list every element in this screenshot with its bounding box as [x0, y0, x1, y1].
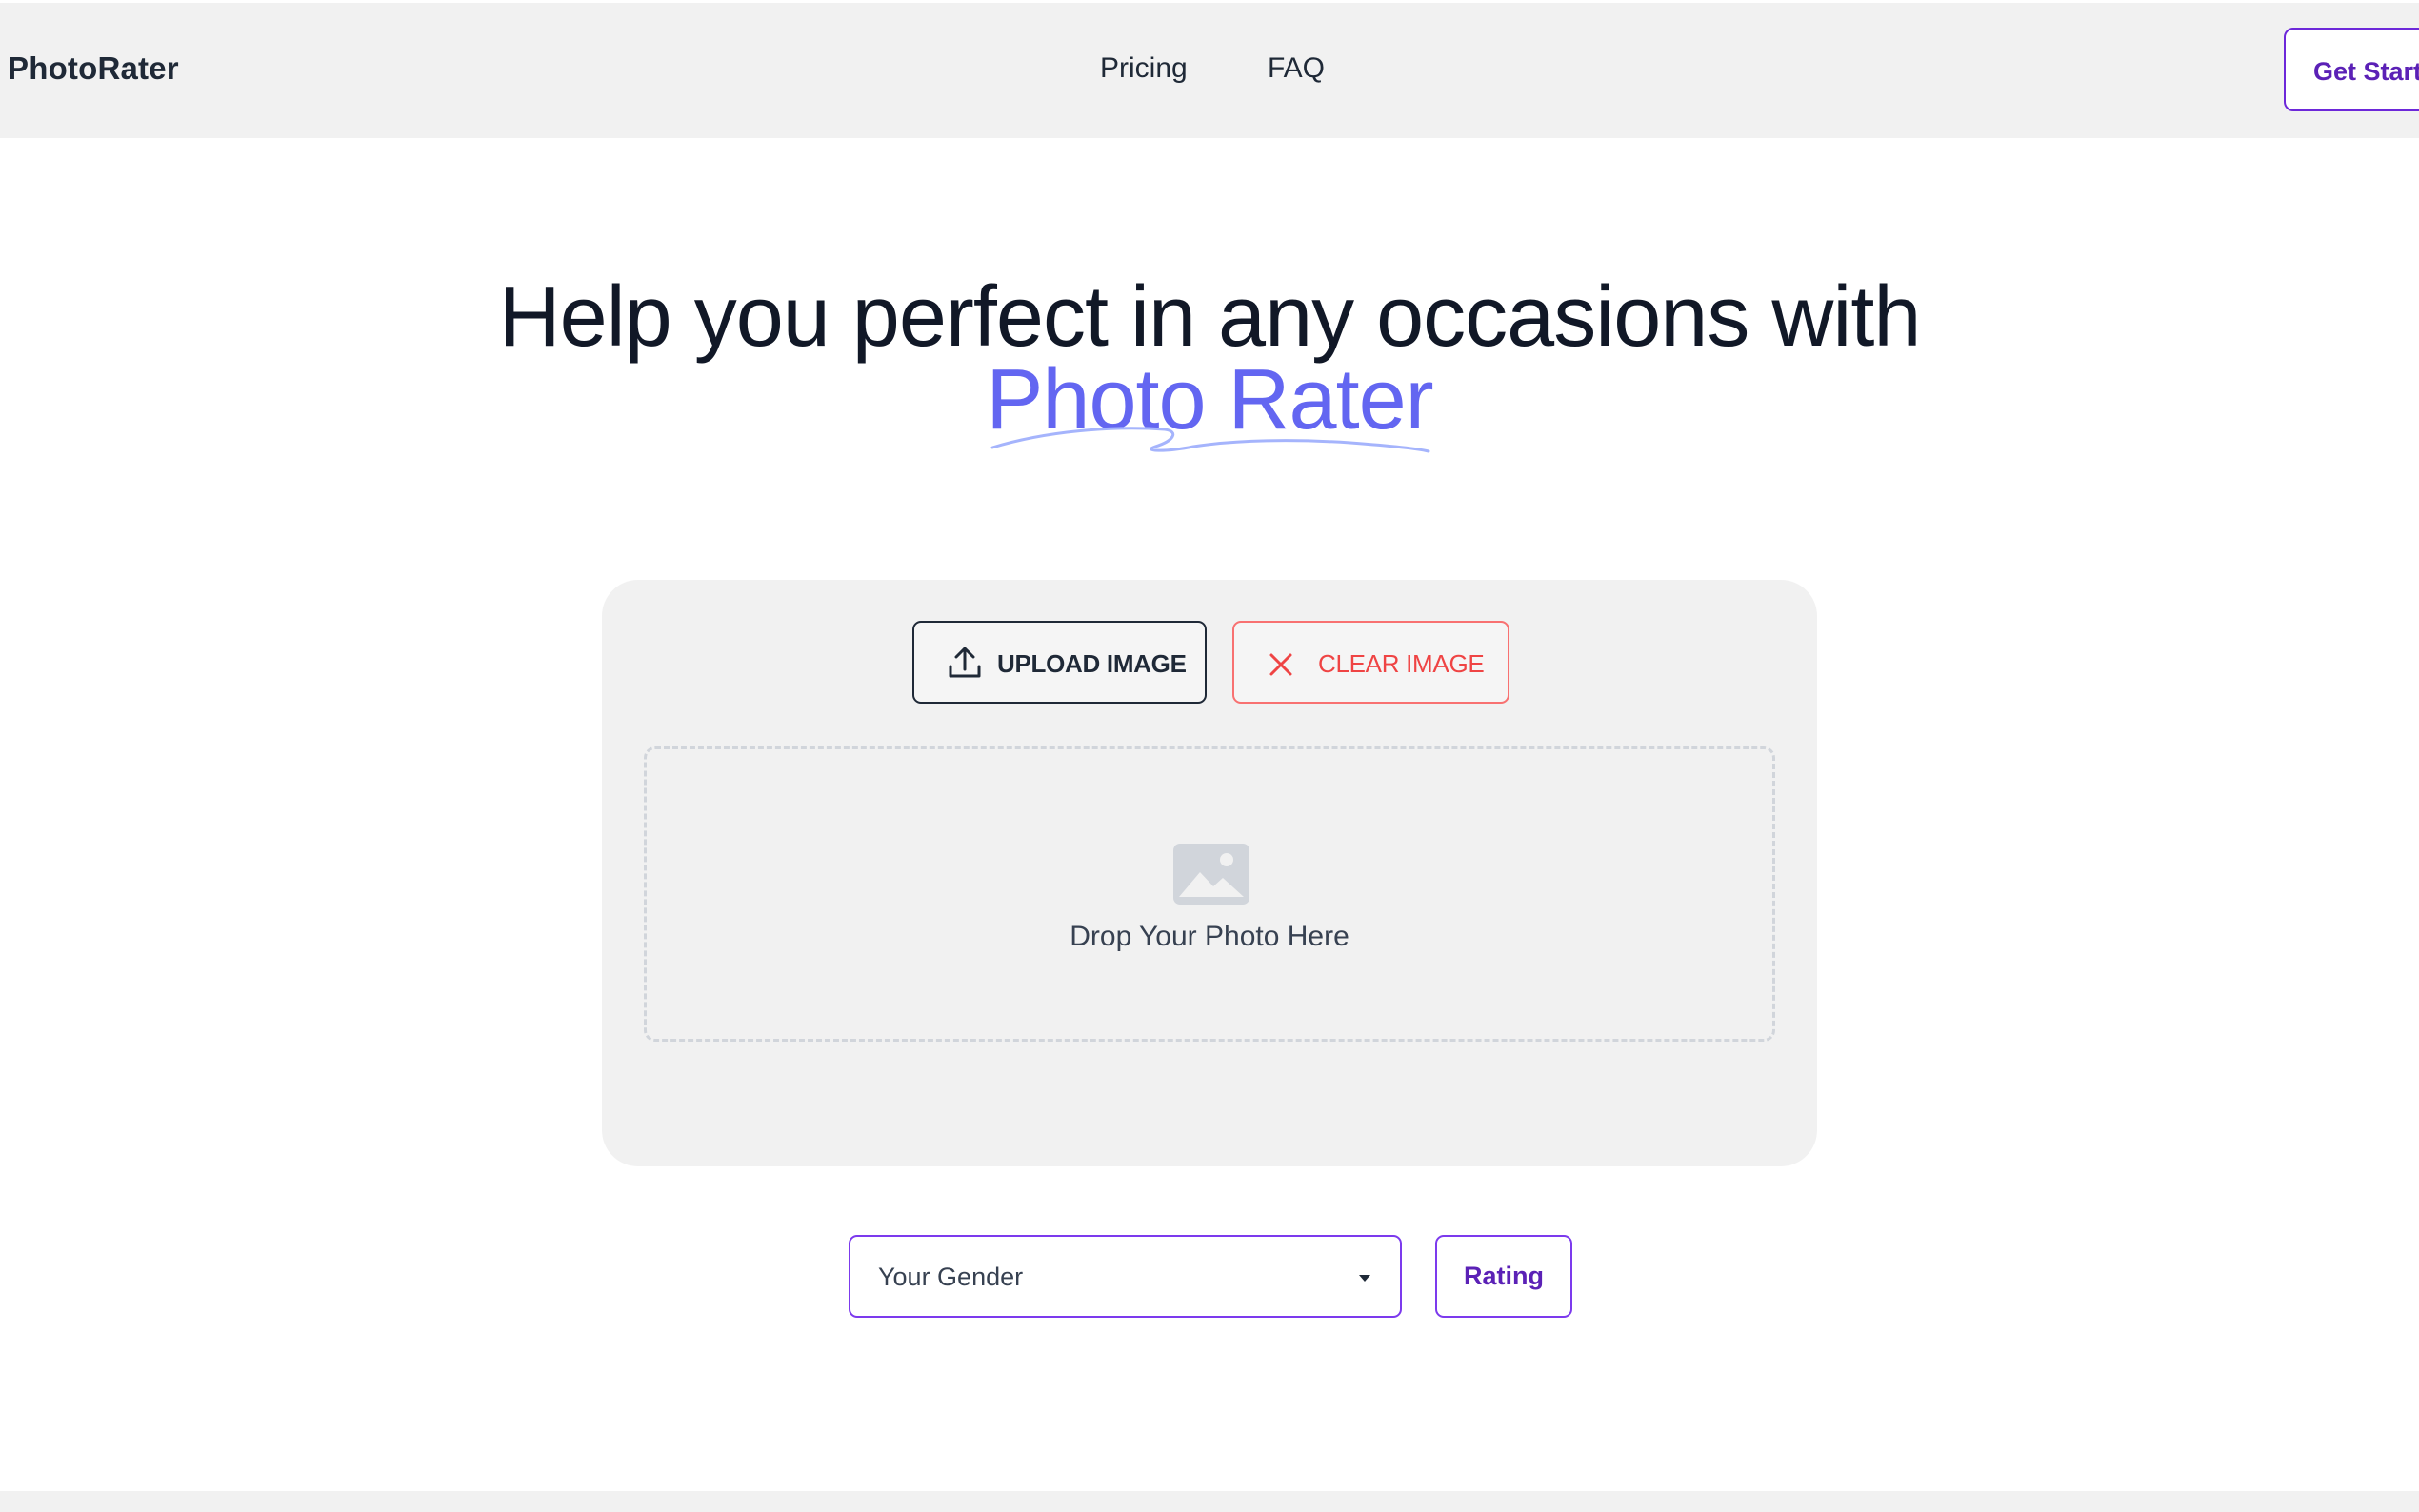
footer-edge	[0, 1491, 2419, 1512]
clear-image-button[interactable]: CLEAR IMAGE	[1232, 621, 1509, 704]
caret-down-icon	[1359, 1275, 1370, 1282]
clear-image-label: CLEAR IMAGE	[1318, 649, 1485, 678]
upload-image-label: UPLOAD IMAGE	[997, 649, 1187, 678]
drop-text: Drop Your Photo Here	[1070, 921, 1349, 952]
logo[interactable]: PhotoRater	[8, 50, 179, 87]
get-started-button[interactable]: Get Started	[2284, 28, 2419, 111]
photo-dropzone[interactable]: Drop Your Photo Here	[644, 746, 1775, 1042]
hand-drawn-underline	[990, 427, 1430, 453]
gender-select[interactable]: Your Gender	[849, 1235, 1402, 1318]
rating-button[interactable]: Rating	[1435, 1235, 1572, 1318]
gender-select-value: Your Gender	[878, 1263, 1024, 1291]
close-icon	[1269, 653, 1292, 676]
top-navbar: PhotoRater Pricing FAQ Get Started	[0, 3, 2419, 138]
nav-link-pricing[interactable]: Pricing	[1100, 52, 1188, 85]
image-placeholder-icon	[1173, 844, 1249, 905]
nav-link-faq[interactable]: FAQ	[1268, 52, 1325, 85]
hero-title: Help you perfect in any occasions with	[498, 269, 1922, 365]
upload-icon	[949, 647, 981, 678]
upload-image-button[interactable]: UPLOAD IMAGE	[912, 621, 1207, 704]
